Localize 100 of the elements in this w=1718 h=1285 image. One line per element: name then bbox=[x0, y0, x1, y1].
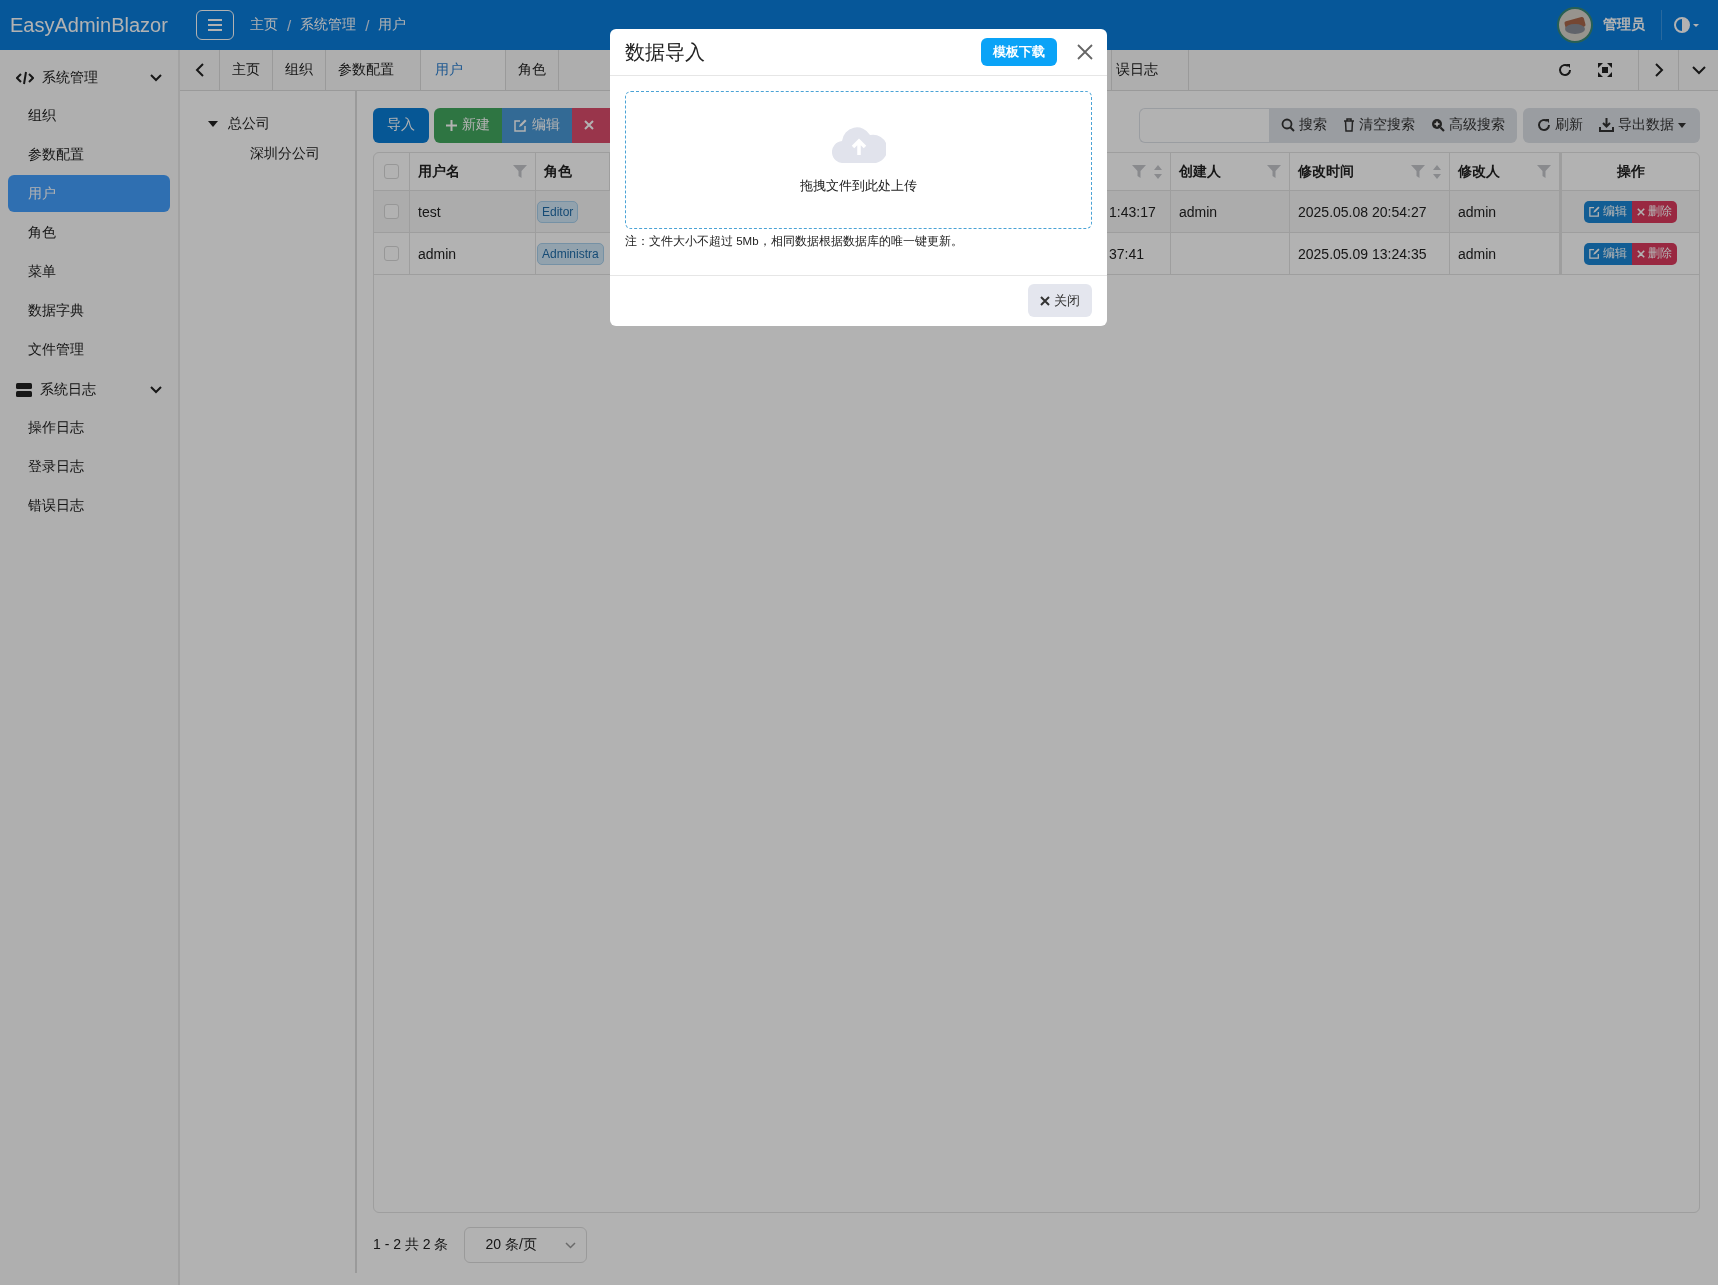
breadcrumb-item[interactable]: 用户 bbox=[378, 16, 407, 34]
refresh-button[interactable]: 刷新 bbox=[1529, 107, 1591, 143]
plus-icon bbox=[446, 119, 457, 131]
column-header: 修改时间 bbox=[1298, 162, 1354, 181]
code-icon bbox=[16, 70, 34, 85]
trash-icon bbox=[1343, 118, 1355, 132]
sidebar-item[interactable]: 操作日志 bbox=[8, 409, 170, 446]
caret-icon[interactable] bbox=[208, 121, 218, 127]
breadcrumb-separator: / bbox=[364, 16, 371, 34]
export-button[interactable]: 导出数据 bbox=[1591, 107, 1694, 143]
sort-icon[interactable] bbox=[1154, 164, 1162, 179]
edit-button[interactable]: 编辑 bbox=[1584, 200, 1632, 223]
breadcrumb-separator: / bbox=[286, 16, 293, 34]
sidebar-item[interactable]: 文件管理 bbox=[8, 331, 170, 368]
filter-icon[interactable] bbox=[1537, 165, 1551, 178]
tree-node[interactable]: 总公司 bbox=[228, 115, 270, 133]
sidebar-item[interactable]: 错误日志 bbox=[8, 487, 170, 524]
theme-toggle-icon[interactable] bbox=[1674, 17, 1700, 33]
upload-note: 注：文件大小不超过 5Mb，相同数据根据数据库的唯一键更新。 bbox=[625, 234, 964, 249]
close-icon bbox=[584, 120, 594, 130]
table-cell: 1:43:17 bbox=[1109, 203, 1156, 220]
delete-button[interactable]: 删除 bbox=[1632, 200, 1677, 223]
tab[interactable]: 主页 bbox=[220, 50, 273, 90]
pagination-summary: 1 - 2 共 2 条 bbox=[373, 1236, 449, 1254]
table-cell: 2025.05.08 20:54:27 bbox=[1298, 203, 1427, 220]
sort-icon[interactable] bbox=[1433, 164, 1441, 179]
column-header: 角色 bbox=[544, 162, 572, 181]
delete-button[interactable]: 删除 bbox=[1632, 242, 1677, 265]
sidebar-item[interactable]: 登录日志 bbox=[8, 448, 170, 485]
table-cell: admin bbox=[418, 245, 457, 262]
column-header: 用户名 bbox=[418, 162, 460, 181]
zoom-in-icon bbox=[1431, 118, 1445, 132]
sidebar-group[interactable]: 系统管理 bbox=[0, 58, 178, 97]
avatar-icon[interactable] bbox=[1557, 7, 1593, 43]
fullscreen-icon[interactable] bbox=[1598, 63, 1612, 77]
refresh-icon bbox=[1537, 118, 1551, 132]
search-field[interactable] bbox=[1139, 107, 1269, 143]
table-cell: 37:41 bbox=[1109, 245, 1145, 262]
download-icon bbox=[1599, 118, 1614, 132]
column-header: 修改人 bbox=[1458, 162, 1500, 181]
filter-icon[interactable] bbox=[1132, 165, 1146, 178]
role-tag: Editor bbox=[537, 200, 579, 223]
tab[interactable]: 角色 bbox=[506, 50, 559, 90]
checkbox[interactable] bbox=[384, 246, 399, 261]
column-header: 操作 bbox=[1616, 162, 1645, 181]
sidebar-item[interactable]: 菜单 bbox=[8, 253, 170, 290]
close-button[interactable]: 关闭 bbox=[1028, 284, 1092, 317]
edit-icon bbox=[1589, 206, 1600, 217]
close-icon bbox=[1637, 207, 1645, 216]
caret-icon bbox=[1678, 122, 1686, 128]
tab[interactable]: 误日志 bbox=[1112, 50, 1189, 90]
table-cell: 2025.05.09 13:24:35 bbox=[1298, 245, 1427, 262]
table-cell: admin bbox=[1179, 203, 1218, 220]
breadcrumb-item[interactable]: 系统管理 bbox=[300, 16, 357, 34]
menu-button[interactable] bbox=[196, 10, 234, 40]
tree-node[interactable]: 深圳分公司 bbox=[180, 137, 355, 169]
sidebar-item[interactable]: 参数配置 bbox=[8, 136, 170, 173]
edit-button[interactable]: 编辑 bbox=[1584, 242, 1632, 265]
sidebar-item[interactable]: 数据字典 bbox=[8, 292, 170, 329]
filter-icon[interactable] bbox=[1267, 165, 1281, 178]
drop-hint: 拖拽文件到此处上传 bbox=[800, 177, 917, 195]
edit-icon bbox=[1589, 248, 1600, 259]
file-drop-zone[interactable]: 拖拽文件到此处上传 bbox=[625, 91, 1092, 229]
chevron-right-icon bbox=[1653, 63, 1664, 77]
sidebar-item[interactable]: 组织 bbox=[8, 97, 170, 134]
sidebar-group[interactable]: 系统日志 bbox=[0, 370, 178, 409]
table-cell: admin bbox=[1458, 203, 1497, 220]
column-header: 创建人 bbox=[1179, 162, 1221, 181]
upload-cloud-icon bbox=[831, 125, 886, 163]
checkbox[interactable] bbox=[384, 164, 399, 179]
menu-icon bbox=[208, 19, 222, 31]
edit-icon bbox=[514, 118, 527, 132]
chevron-down-icon bbox=[1691, 65, 1706, 75]
dialog-title: 数据导入 bbox=[625, 39, 705, 65]
chevron-down-icon bbox=[564, 1241, 576, 1249]
refresh-icon[interactable] bbox=[1558, 63, 1572, 77]
advanced-search-button[interactable]: 高级搜索 bbox=[1423, 107, 1513, 143]
close-icon bbox=[1040, 295, 1050, 306]
tab[interactable]: 用户 bbox=[421, 50, 506, 90]
close-icon bbox=[1637, 249, 1645, 258]
delete-button[interactable] bbox=[572, 107, 612, 143]
server-icon bbox=[16, 382, 32, 397]
tab[interactable]: 组织 bbox=[273, 50, 326, 90]
search-search-button[interactable]: 搜索 bbox=[1273, 107, 1335, 143]
sidebar-item[interactable]: 角色 bbox=[8, 214, 170, 251]
filter-icon[interactable] bbox=[1411, 165, 1425, 178]
table-cell: test bbox=[418, 203, 441, 220]
role-tag: Administra bbox=[537, 242, 604, 265]
close-icon[interactable] bbox=[1077, 44, 1093, 60]
page-size-select[interactable]: 20 条/页 bbox=[464, 1227, 587, 1263]
clear-search-button[interactable]: 清空搜索 bbox=[1335, 107, 1423, 143]
checkbox[interactable] bbox=[384, 204, 399, 219]
table-cell: admin bbox=[1458, 245, 1497, 262]
user-name[interactable]: 管理员 bbox=[1603, 16, 1645, 34]
breadcrumb-item[interactable]: 主页 bbox=[250, 16, 278, 34]
search-icon bbox=[1281, 118, 1295, 132]
chevron-left-icon bbox=[194, 63, 205, 77]
app-title: EasyAdminBlazor bbox=[9, 13, 169, 37]
import-button[interactable]: 导入 bbox=[373, 107, 429, 143]
filter-icon[interactable] bbox=[513, 165, 527, 178]
